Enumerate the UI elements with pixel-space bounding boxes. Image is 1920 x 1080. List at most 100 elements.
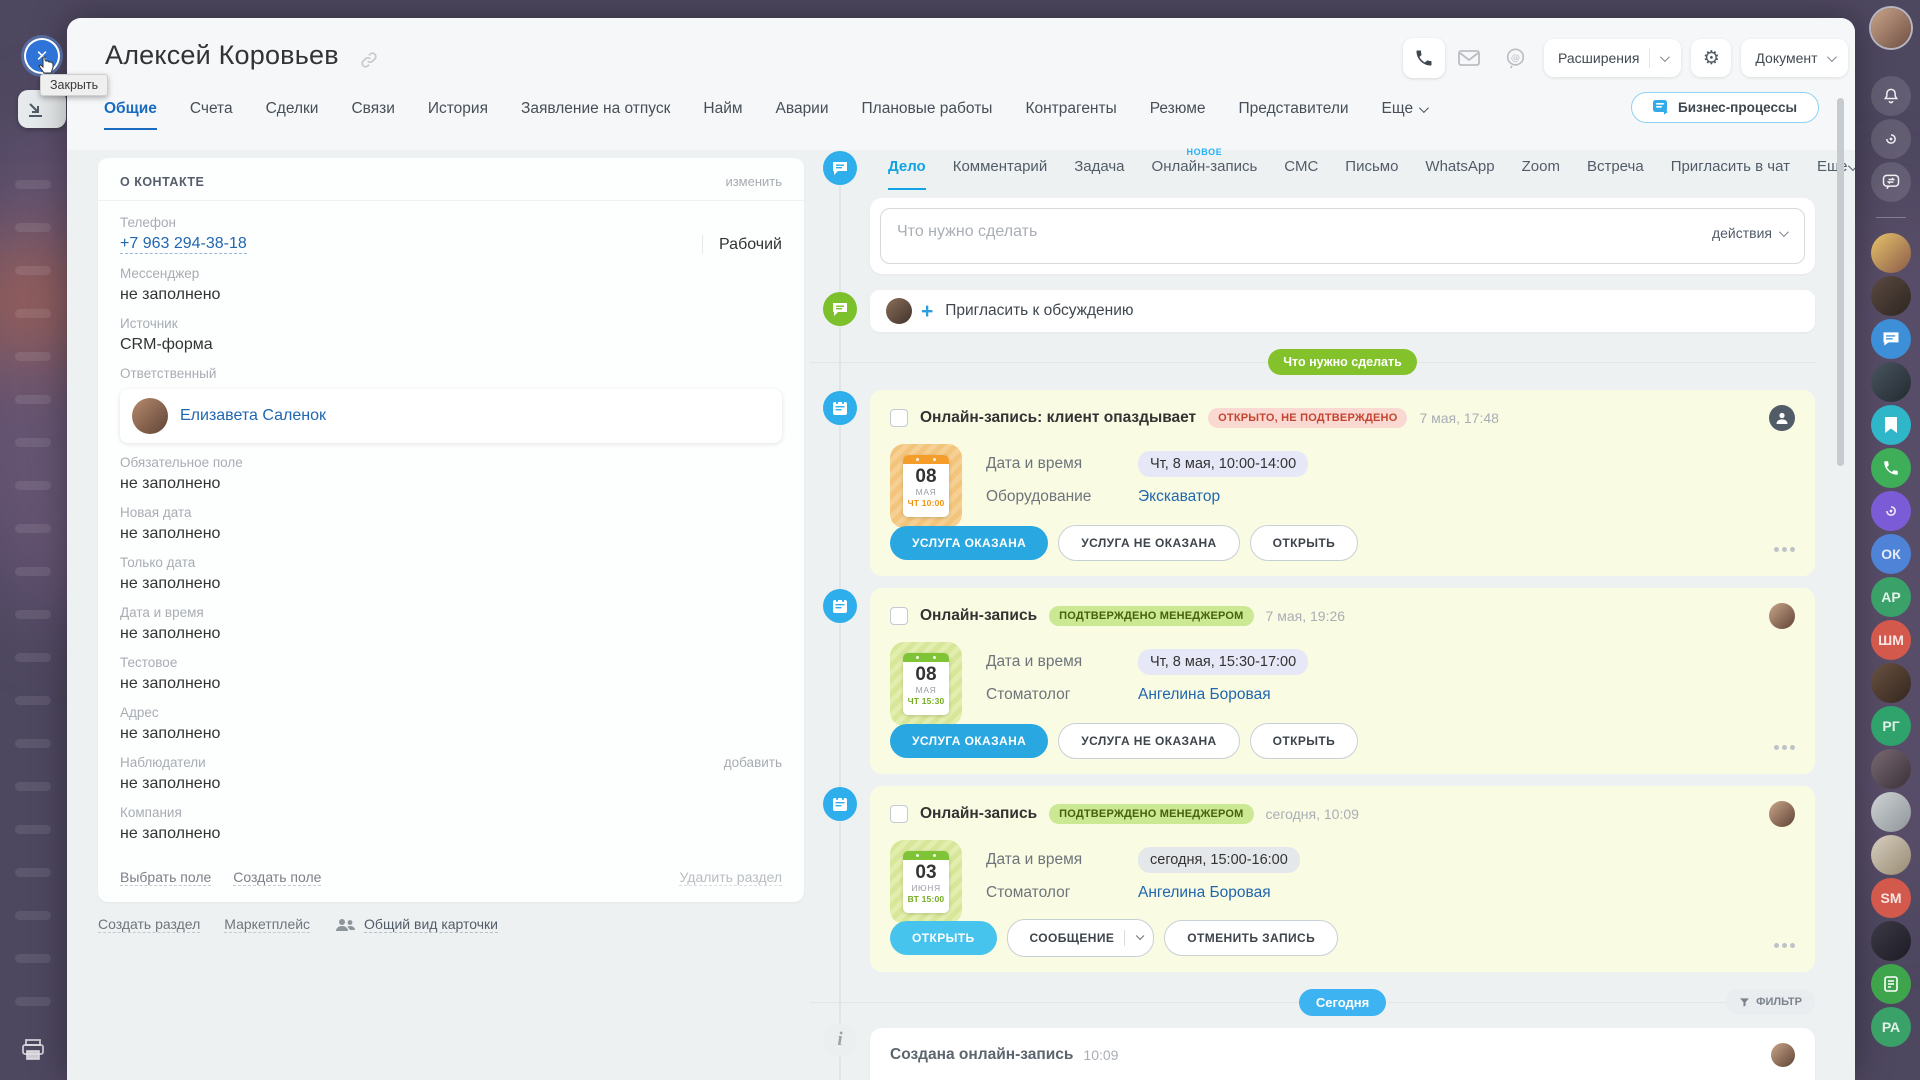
tl-tab-invite-chat[interactable]: Пригласить в чат — [1671, 158, 1790, 190]
open-lines-icon[interactable] — [1871, 162, 1911, 202]
message-dropdown-button[interactable]: СООБЩЕНИЕ — [1007, 919, 1155, 957]
chat-avatar[interactable] — [1871, 663, 1911, 703]
record-checkbox[interactable] — [890, 607, 908, 625]
chat-avatar[interactable] — [1871, 749, 1911, 789]
extensions-dropdown[interactable]: Расширения — [1544, 39, 1681, 77]
activity-stream-icon — [823, 151, 857, 185]
service-done-button[interactable]: УСЛУГА ОКАЗАНА — [890, 724, 1048, 758]
booking-icon — [823, 589, 857, 623]
resource-link[interactable]: Ангелина Боровая — [1138, 884, 1271, 902]
phone-link[interactable]: +7 963 294-38-18 — [120, 234, 247, 254]
tl-tab-task[interactable]: Задача — [1074, 158, 1124, 190]
open-button[interactable]: ОТКРЫТЬ — [890, 921, 997, 955]
feed-icon[interactable] — [1871, 119, 1911, 159]
chat-button[interactable]: @ — [1494, 38, 1536, 78]
tab-incidents[interactable]: Аварии — [776, 100, 829, 130]
tl-tab-whatsapp[interactable]: WhatsApp — [1425, 158, 1494, 190]
avatar — [1769, 801, 1795, 827]
chat-initials[interactable]: АР — [1871, 577, 1911, 617]
more-actions-button[interactable] — [1774, 943, 1795, 948]
cursor-icon — [38, 56, 54, 74]
card-view-link[interactable]: Общий вид карточки — [334, 916, 498, 933]
chat-avatar[interactable] — [1871, 835, 1911, 875]
tl-tab-sms[interactable]: СМС — [1284, 158, 1318, 190]
record-title[interactable]: Онлайн-запись — [920, 607, 1037, 625]
tl-tab-email[interactable]: Письмо — [1345, 158, 1398, 190]
chevron-down-icon — [1660, 52, 1670, 62]
record-title[interactable]: Онлайн-запись: клиент опаздывает — [920, 409, 1196, 427]
chat-avatar[interactable] — [1871, 233, 1911, 273]
community-icon[interactable] — [1871, 491, 1911, 531]
chat-avatar[interactable] — [1871, 276, 1911, 316]
composer-actions-dropdown[interactable]: действия — [1712, 225, 1786, 241]
delete-section-link[interactable]: Удалить раздел — [679, 869, 782, 886]
service-done-button[interactable]: УСЛУГА ОКАЗАНА — [890, 526, 1048, 560]
chat-initials[interactable]: РГ — [1871, 706, 1911, 746]
service-not-done-button[interactable]: УСЛУГА НЕ ОКАЗАНА — [1058, 525, 1239, 561]
open-button[interactable]: ОТКРЫТЬ — [1250, 525, 1359, 561]
tab-representatives[interactable]: Представители — [1239, 100, 1349, 130]
tab-relations[interactable]: Связи — [351, 100, 394, 130]
saved-messages-icon[interactable] — [1871, 405, 1911, 445]
report-bot-icon[interactable] — [1871, 964, 1911, 1004]
tab-more[interactable]: Еще — [1382, 100, 1427, 130]
tl-tab-zoom[interactable]: Zoom — [1522, 158, 1560, 190]
chat-initials[interactable]: SM — [1871, 878, 1911, 918]
responsible-link[interactable]: Елизавета Саленок — [180, 407, 326, 425]
filter-button[interactable]: ФИЛЬТР — [1726, 989, 1815, 1015]
calls-icon[interactable] — [1871, 448, 1911, 488]
email-button[interactable] — [1448, 38, 1490, 78]
invite-row[interactable]: + Пригласить к обсуждению — [870, 290, 1815, 332]
field-messenger: Мессенджер не заполнено — [120, 266, 782, 304]
tab-deals[interactable]: Сделки — [266, 100, 319, 130]
tl-tab-comment[interactable]: Комментарий — [953, 158, 1047, 190]
create-section-link[interactable]: Создать раздел — [98, 916, 200, 933]
cancel-booking-button[interactable]: ОТМЕНИТЬ ЗАПИСЬ — [1164, 920, 1338, 956]
tab-hiring[interactable]: Найм — [703, 100, 742, 130]
chat-initials[interactable]: ШМ — [1871, 620, 1911, 660]
todo-input[interactable] — [897, 217, 1654, 247]
chat-avatar[interactable] — [1871, 792, 1911, 832]
open-button[interactable]: ОТКРЫТЬ — [1250, 723, 1359, 759]
edit-link[interactable]: изменить — [725, 174, 782, 189]
chat-avatar[interactable] — [1871, 921, 1911, 961]
document-dropdown[interactable]: Документ — [1741, 39, 1847, 77]
chat-bubble-icon[interactable] — [1871, 319, 1911, 359]
add-observer-link[interactable]: добавить — [724, 755, 782, 770]
tl-tab-more[interactable]: Еще — [1817, 158, 1855, 190]
resource-link[interactable]: Экскаватор — [1138, 488, 1220, 506]
resource-link[interactable]: Ангелина Боровая — [1138, 686, 1271, 704]
tab-counterparties[interactable]: Контрагенты — [1025, 100, 1116, 130]
chat-initials[interactable]: ОК — [1871, 534, 1911, 574]
chat-avatar[interactable] — [1871, 362, 1911, 402]
tab-invoices[interactable]: Счета — [190, 100, 233, 130]
record-checkbox[interactable] — [890, 409, 908, 427]
notifications-icon[interactable] — [1871, 76, 1911, 116]
chevron-down-icon — [1847, 161, 1855, 171]
tab-vacation[interactable]: Заявление на отпуск — [521, 100, 670, 130]
copy-link-icon[interactable] — [359, 50, 379, 70]
create-field-link[interactable]: Создать поле — [233, 869, 321, 886]
scrollbar[interactable] — [1837, 98, 1844, 466]
tab-history[interactable]: История — [428, 100, 488, 130]
call-button[interactable] — [1403, 38, 1445, 78]
marketplace-link[interactable]: Маркетплейс — [224, 916, 310, 933]
select-field-link[interactable]: Выбрать поле — [120, 869, 211, 886]
tl-tab-booking[interactable]: НОВОЕ Онлайн-запись — [1152, 158, 1258, 190]
tab-planned-works[interactable]: Плановые работы — [862, 100, 993, 130]
more-actions-button[interactable] — [1774, 745, 1795, 750]
business-process-button[interactable]: Бизнес-процессы — [1631, 92, 1819, 123]
tab-resume[interactable]: Резюме — [1150, 100, 1206, 130]
record-checkbox[interactable] — [890, 805, 908, 823]
tl-tab-meeting[interactable]: Встреча — [1587, 158, 1644, 190]
record-title[interactable]: Онлайн-запись — [920, 805, 1037, 823]
phone-type-label: Рабочий — [702, 235, 782, 254]
more-actions-button[interactable] — [1774, 547, 1795, 552]
service-not-done-button[interactable]: УСЛУГА НЕ ОКАЗАНА — [1058, 723, 1239, 759]
responsible-card[interactable]: Елизавета Саленок — [120, 389, 782, 443]
user-avatar[interactable] — [1871, 8, 1911, 48]
chat-initials[interactable]: РА — [1871, 1007, 1911, 1047]
tab-general[interactable]: Общие — [104, 100, 157, 130]
settings-button[interactable]: ⚙ — [1691, 39, 1731, 77]
tl-tab-activity[interactable]: Дело — [888, 158, 926, 190]
